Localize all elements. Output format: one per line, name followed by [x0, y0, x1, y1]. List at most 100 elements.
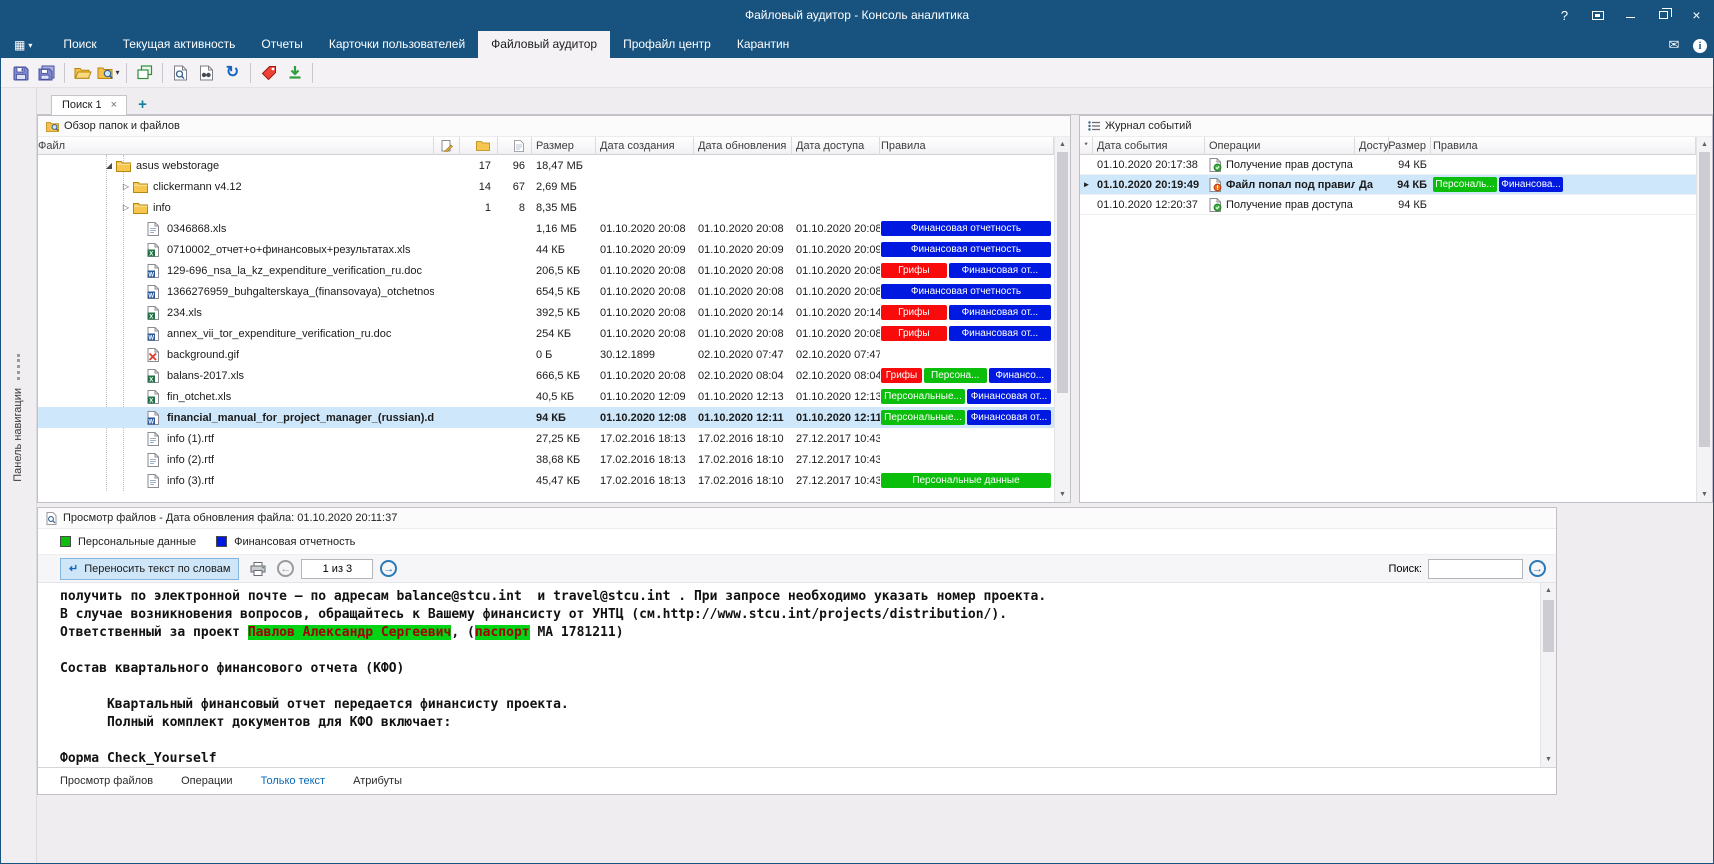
folder-search-button[interactable]: ▾: [96, 61, 121, 85]
rule-badge[interactable]: Персональные...: [881, 389, 965, 404]
scroll-down-icon[interactable]: ▼: [1055, 487, 1070, 502]
preview-scrollbar[interactable]: ▲ ▼: [1540, 583, 1556, 767]
scroll-down-icon[interactable]: ▼: [1697, 487, 1712, 502]
rule-badge[interactable]: Грифы: [881, 326, 947, 341]
scroll-up-icon[interactable]: ▲: [1541, 583, 1556, 598]
menu-tab-0[interactable]: Поиск: [50, 31, 109, 58]
column-row-marker[interactable]: *: [1080, 137, 1093, 155]
next-page-button[interactable]: →: [380, 560, 397, 577]
page-indicator[interactable]: 1 из 3: [301, 559, 373, 579]
rule-badge[interactable]: Грифы: [881, 305, 947, 320]
table-row[interactable]: Wannex_vii_tor_expenditure_verification_…: [38, 323, 1054, 344]
table-row[interactable]: W129-696_nsa_la_kz_expenditure_verificat…: [38, 260, 1054, 281]
app-menu-button[interactable]: ▦ ▾: [1, 38, 40, 58]
column-created[interactable]: Дата создания: [596, 137, 694, 155]
column-file[interactable]: Файл: [38, 137, 434, 155]
column-updated[interactable]: Дата обновления: [694, 137, 792, 155]
column-size[interactable]: Размер: [532, 137, 596, 155]
menu-tab-5[interactable]: Профайл центр: [610, 31, 724, 58]
table-row[interactable]: ▷info188,35 МБ: [38, 197, 1054, 218]
maximize-button[interactable]: [1647, 1, 1680, 29]
rule-badge[interactable]: Грифы: [881, 263, 947, 278]
rule-badge[interactable]: Финансовая от...: [967, 389, 1051, 404]
navigation-panel[interactable]: Панель навигации: [1, 88, 37, 863]
table-row[interactable]: ◢asus webstorage179618,47 МБ: [38, 155, 1054, 176]
minimize-button[interactable]: [1614, 1, 1647, 29]
menu-tab-4[interactable]: Файловый аудитор: [478, 31, 610, 58]
table-row[interactable]: ►01.10.2020 20:19:49Файл попал под прави…: [1080, 175, 1696, 195]
table-row[interactable]: Wfinancial_manual_for_project_manager_(r…: [38, 407, 1054, 428]
column-file-count[interactable]: [498, 137, 532, 155]
rule-badge[interactable]: Финансовая от...: [949, 305, 1051, 320]
expand-icon[interactable]: ▷: [119, 182, 133, 191]
table-row[interactable]: Xbalans-2017.xls666,5 КБ01.10.2020 20:08…: [38, 365, 1054, 386]
file-list-scrollbar[interactable]: ▲ ▼: [1054, 137, 1070, 502]
rule-badge[interactable]: Финансо...: [989, 368, 1051, 383]
table-row[interactable]: W1366276959_buhgalterskaya_(finansovaya)…: [38, 281, 1054, 302]
scrollbar-track[interactable]: [1541, 598, 1556, 752]
close-tab-icon[interactable]: ×: [111, 99, 117, 111]
rules-tag-button[interactable]: [256, 61, 281, 85]
help-button[interactable]: ?: [1548, 1, 1581, 29]
rule-badge[interactable]: Финансовая отчетность: [881, 284, 1051, 299]
table-row[interactable]: X0710002_отчет+о+финансовых+результатах.…: [38, 239, 1054, 260]
column-rules[interactable]: Правила: [880, 137, 1054, 155]
rule-badge[interactable]: Финансовая от...: [949, 263, 1051, 278]
mail-button[interactable]: ✉: [1661, 37, 1687, 58]
wrap-text-button[interactable]: ↵ Переносить текст по словам: [60, 558, 239, 580]
collapse-icon[interactable]: ◢: [102, 161, 116, 170]
menu-tab-1[interactable]: Текущая активность: [110, 31, 249, 58]
column-access[interactable]: Досту: [1355, 137, 1389, 155]
column-accessed[interactable]: Дата доступа: [792, 137, 880, 155]
add-tab-button[interactable]: +: [127, 96, 158, 114]
rule-badge[interactable]: Персональные данные: [881, 473, 1051, 488]
scrollbar-thumb[interactable]: [1057, 152, 1068, 393]
file-text-content[interactable]: получить по электронной почте – по адрес…: [38, 583, 1540, 767]
scrollbar-track[interactable]: [1055, 152, 1070, 487]
menu-tab-6[interactable]: Карантин: [724, 31, 802, 58]
prev-page-button[interactable]: ←: [277, 560, 294, 577]
close-button[interactable]: ×: [1680, 1, 1713, 29]
event-log-scrollbar[interactable]: ▲ ▼: [1696, 137, 1712, 502]
rule-badge[interactable]: Финансовая от...: [949, 326, 1051, 341]
refresh-button[interactable]: ↻: [220, 61, 245, 85]
preview-tab-1[interactable]: Операции: [181, 775, 232, 787]
search-input[interactable]: [1428, 559, 1523, 579]
preview-tab-2[interactable]: Только текст: [261, 775, 326, 787]
table-row[interactable]: info (1).rtf27,25 КБ17.02.2016 18:1317.0…: [38, 428, 1054, 449]
table-row[interactable]: background.gif0 Б30.12.189902.10.2020 07…: [38, 344, 1054, 365]
preview-file-button[interactable]: [168, 61, 193, 85]
save-button[interactable]: [8, 61, 33, 85]
table-row[interactable]: info (3).rtf45,47 КБ17.02.2016 18:1317.0…: [38, 470, 1054, 491]
scroll-down-icon[interactable]: ▼: [1541, 752, 1556, 767]
table-row[interactable]: 01.10.2020 20:17:38Получение прав доступ…: [1080, 155, 1696, 175]
table-row[interactable]: info (2).rtf38,68 КБ17.02.2016 18:1317.0…: [38, 449, 1054, 470]
rule-badge[interactable]: Финансова...: [1499, 177, 1563, 192]
scroll-up-icon[interactable]: ▲: [1697, 137, 1712, 152]
table-row[interactable]: X234.xls392,5 КБ01.10.2020 20:0801.10.20…: [38, 302, 1054, 323]
rule-badge[interactable]: Грифы: [881, 368, 922, 383]
table-row[interactable]: 0346868.xls1,16 МБ01.10.2020 20:0801.10.…: [38, 218, 1054, 239]
preview-tab-3[interactable]: Атрибуты: [353, 775, 402, 787]
table-row[interactable]: Xfin_otchet.xls40,5 КБ01.10.2020 12:0901…: [38, 386, 1054, 407]
info-button[interactable]: i: [1687, 37, 1713, 59]
menu-tab-2[interactable]: Отчеты: [248, 31, 315, 58]
rule-badge[interactable]: Финансовая отчетность: [881, 221, 1051, 236]
rule-badge[interactable]: Финансовая отчетность: [881, 242, 1051, 257]
column-marker[interactable]: [434, 137, 460, 155]
open-folder-button[interactable]: [70, 61, 95, 85]
clone-view-button[interactable]: [132, 61, 157, 85]
tab-search-1[interactable]: Поиск 1 ×: [51, 95, 127, 115]
column-folder-count[interactable]: [460, 137, 498, 155]
column-event-date[interactable]: Дата события: [1093, 137, 1205, 155]
table-row[interactable]: ▷clickermann v4.1214672,69 МБ: [38, 176, 1054, 197]
scrollbar-thumb[interactable]: [1699, 152, 1710, 447]
rule-badge[interactable]: Персональ...: [1433, 177, 1497, 192]
expand-icon[interactable]: ▷: [119, 203, 133, 212]
column-event-rules[interactable]: Правила: [1431, 137, 1696, 155]
rule-badge[interactable]: Персона...: [924, 368, 986, 383]
scroll-up-icon[interactable]: ▲: [1055, 137, 1070, 152]
find-in-files-button[interactable]: [194, 61, 219, 85]
column-event-size[interactable]: Размер: [1389, 137, 1431, 155]
export-button[interactable]: [282, 61, 307, 85]
